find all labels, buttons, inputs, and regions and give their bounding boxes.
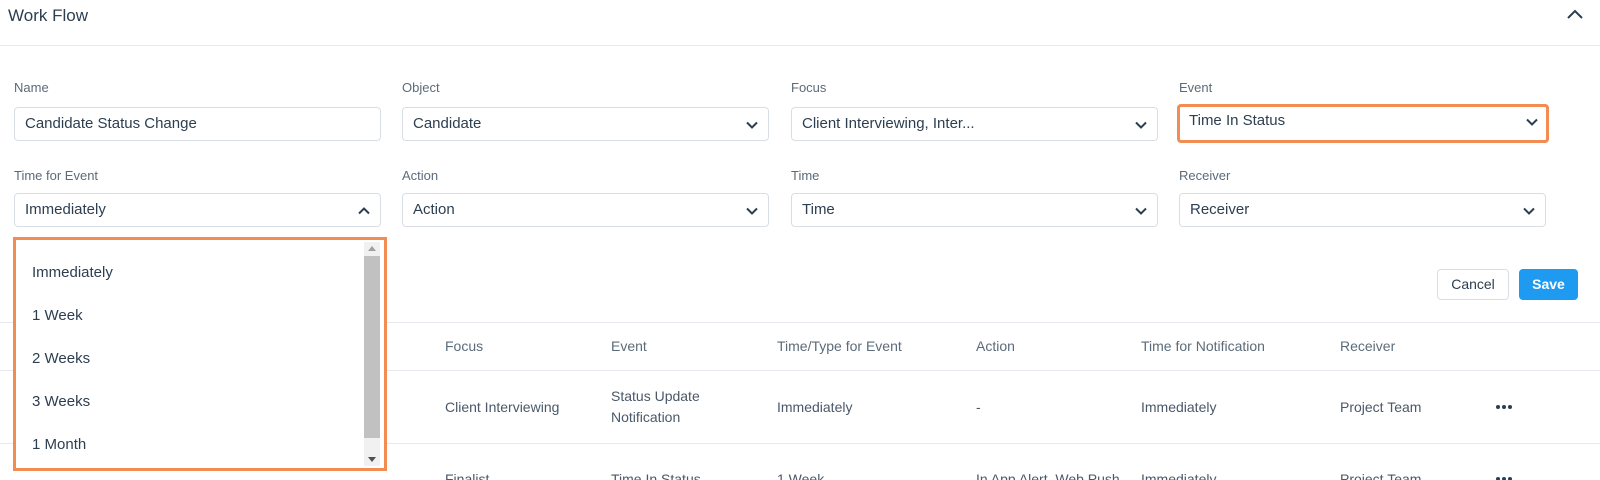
row-event-line2: Notification — [611, 409, 681, 425]
name-input[interactable]: Candidate Status Change — [14, 107, 381, 141]
event-select[interactable]: Time In Status — [1177, 104, 1549, 143]
dropdown-option-1-week[interactable]: 1 Week — [32, 307, 83, 324]
scrollbar-thumb[interactable] — [364, 256, 380, 438]
scroll-down-arrow-icon[interactable] — [364, 452, 380, 466]
chevron-down-icon — [746, 121, 758, 129]
column-header-time-notification: Time for Notification — [1141, 338, 1265, 354]
receiver-select[interactable]: Receiver — [1179, 193, 1546, 227]
event-label: Event — [1179, 80, 1213, 95]
dropdown-scrollbar[interactable] — [364, 242, 380, 466]
row-event: Time In Status — [611, 471, 701, 480]
object-select[interactable]: Candidate — [402, 107, 769, 141]
focus-select[interactable]: Client Interviewing, Inter... — [791, 107, 1158, 141]
chevron-up-icon[interactable] — [1564, 4, 1586, 26]
action-select[interactable]: Action — [402, 193, 769, 227]
chevron-down-icon — [1523, 207, 1535, 215]
object-select-value: Candidate — [413, 115, 482, 132]
dropdown-option-2-weeks[interactable]: 2 Weeks — [32, 350, 90, 367]
column-header-focus: Focus — [445, 338, 484, 354]
receiver-select-value: Receiver — [1190, 201, 1250, 218]
row-notification-time: Immediately — [1141, 399, 1217, 415]
row-receiver: Project Team — [1340, 471, 1422, 480]
more-options-icon[interactable] — [1494, 403, 1514, 411]
time-for-event-select[interactable]: Immediately — [14, 193, 381, 227]
chevron-up-icon — [358, 207, 370, 215]
column-header-action: Action — [976, 338, 1015, 354]
cancel-button[interactable]: Cancel — [1437, 269, 1509, 300]
row-action: - — [976, 399, 981, 415]
action-select-value: Action — [413, 201, 455, 218]
save-button[interactable]: Save — [1519, 269, 1578, 300]
time-for-event-dropdown: Immediately 1 Week 2 Weeks 3 Weeks 1 Mon… — [13, 237, 387, 471]
chevron-down-icon — [1135, 121, 1147, 129]
chevron-down-icon — [746, 207, 758, 215]
row-receiver: Project Team — [1340, 399, 1422, 415]
more-options-icon[interactable] — [1494, 475, 1514, 480]
row-time-type: Immediately — [777, 399, 853, 415]
focus-label: Focus — [791, 80, 827, 95]
column-header-event: Event — [611, 338, 647, 354]
row-time-type: 1 Week — [777, 471, 825, 480]
chevron-down-icon — [1526, 118, 1538, 126]
workflow-header: Work Flow — [0, 0, 1600, 46]
row-action: In App Alert, Web Push — [976, 471, 1120, 480]
time-select-value: Time — [802, 201, 835, 218]
row-event-line1: Status Update — [611, 388, 700, 404]
row-notification-time: Immediately — [1141, 471, 1217, 480]
dropdown-option-immediately[interactable]: Immediately — [32, 264, 113, 281]
object-label: Object — [402, 80, 440, 95]
event-select-value: Time In Status — [1189, 112, 1286, 129]
name-label: Name — [14, 80, 49, 95]
chevron-down-icon — [1135, 207, 1147, 215]
column-header-receiver: Receiver — [1340, 338, 1396, 354]
action-label: Action — [402, 168, 439, 183]
row-focus: Client Interviewing — [445, 399, 560, 415]
column-header-time-type: Time/Type for Event — [777, 338, 902, 354]
time-label: Time — [791, 168, 820, 183]
row-focus: Finalist — [445, 471, 490, 480]
dropdown-option-3-weeks[interactable]: 3 Weeks — [32, 393, 90, 410]
dropdown-option-1-month[interactable]: 1 Month — [32, 436, 86, 453]
name-input-value: Candidate Status Change — [25, 115, 197, 132]
page-title: Work Flow — [8, 6, 88, 25]
time-for-event-label: Time for Event — [14, 168, 99, 183]
scroll-up-arrow-icon[interactable] — [364, 242, 380, 256]
receiver-label: Receiver — [1179, 168, 1231, 183]
focus-select-value: Client Interviewing, Inter... — [802, 115, 975, 132]
time-for-event-select-value: Immediately — [25, 201, 106, 218]
time-select[interactable]: Time — [791, 193, 1158, 227]
